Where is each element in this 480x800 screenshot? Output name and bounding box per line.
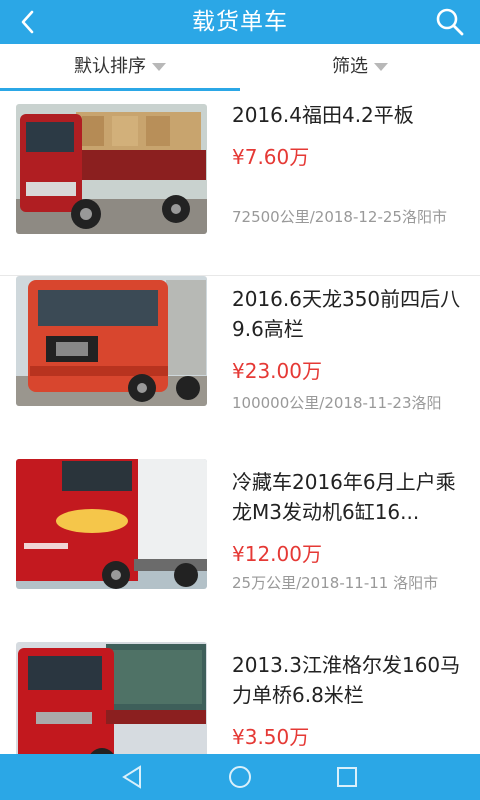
listing-title: 2016.6天龙350前四后八9.6高栏 — [232, 287, 461, 341]
listing-item[interactable]: 2013.3江淮格尔发160马力单桥6.8米栏 ¥3.50万 — [0, 642, 480, 754]
truck-photo — [16, 276, 207, 406]
filter-tab[interactable]: 筛选 — [240, 44, 480, 90]
truck-photo — [16, 104, 207, 234]
sort-default-label: 默认排序 — [74, 56, 146, 77]
listing-item[interactable]: 冷藏车2016年6月上户乘龙M3发动机6缸16... ¥12.00万 25万公里… — [0, 459, 480, 643]
listing-info: 2016.4福田4.2平板 ¥7.60万 — [232, 100, 466, 172]
active-tab-indicator — [0, 88, 240, 91]
sort-default-tab[interactable]: 默认排序 — [0, 44, 240, 90]
listing-title: 2013.3江淮格尔发160马力单桥6.8米栏 — [232, 653, 461, 707]
listing-meta: 100000公里/2018-11-23洛阳 — [232, 394, 442, 412]
listing-meta: 25万公里/2018-11-11 洛阳市 — [232, 574, 439, 592]
listing-list[interactable]: 2016.4福田4.2平板 ¥7.60万 72500公里/2018-12-25洛… — [0, 92, 480, 754]
listing-title: 2016.4福田4.2平板 — [232, 103, 414, 127]
truck-photo — [16, 459, 207, 589]
app-bar: 载货单车 — [0, 0, 480, 44]
filter-label: 筛选 — [332, 56, 368, 77]
listing-price: ¥23.00万 — [232, 359, 322, 383]
listing-item[interactable]: 2016.6天龙350前四后八9.6高栏 ¥23.00万 100000公里/20… — [0, 276, 480, 460]
recents-square-icon[interactable] — [332, 762, 362, 792]
page-title: 载货单车 — [192, 9, 288, 35]
caret-down-icon — [374, 63, 388, 71]
listing-item[interactable]: 2016.4福田4.2平板 ¥7.60万 72500公里/2018-12-25洛… — [0, 92, 480, 276]
listing-price: ¥7.60万 — [232, 145, 310, 169]
sort-bar: 默认排序 筛选 — [0, 44, 480, 93]
truck-photo — [16, 642, 207, 754]
system-nav-bar — [0, 754, 480, 800]
back-triangle-icon[interactable] — [118, 762, 148, 792]
listing-price: ¥3.50万 — [232, 725, 310, 749]
listing-info: 2016.6天龙350前四后八9.6高栏 ¥23.00万 — [232, 284, 466, 386]
caret-down-icon — [152, 63, 166, 71]
listing-meta: 72500公里/2018-12-25洛阳市 — [232, 208, 447, 226]
listing-title: 冷藏车2016年6月上户乘龙M3发动机6缸16... — [232, 470, 456, 524]
listing-info: 冷藏车2016年6月上户乘龙M3发动机6缸16... ¥12.00万 — [232, 467, 466, 569]
home-circle-icon[interactable] — [225, 762, 255, 792]
search-icon[interactable] — [434, 6, 466, 38]
listing-info: 2013.3江淮格尔发160马力单桥6.8米栏 ¥3.50万 — [232, 650, 466, 752]
listing-price: ¥12.00万 — [232, 542, 322, 566]
